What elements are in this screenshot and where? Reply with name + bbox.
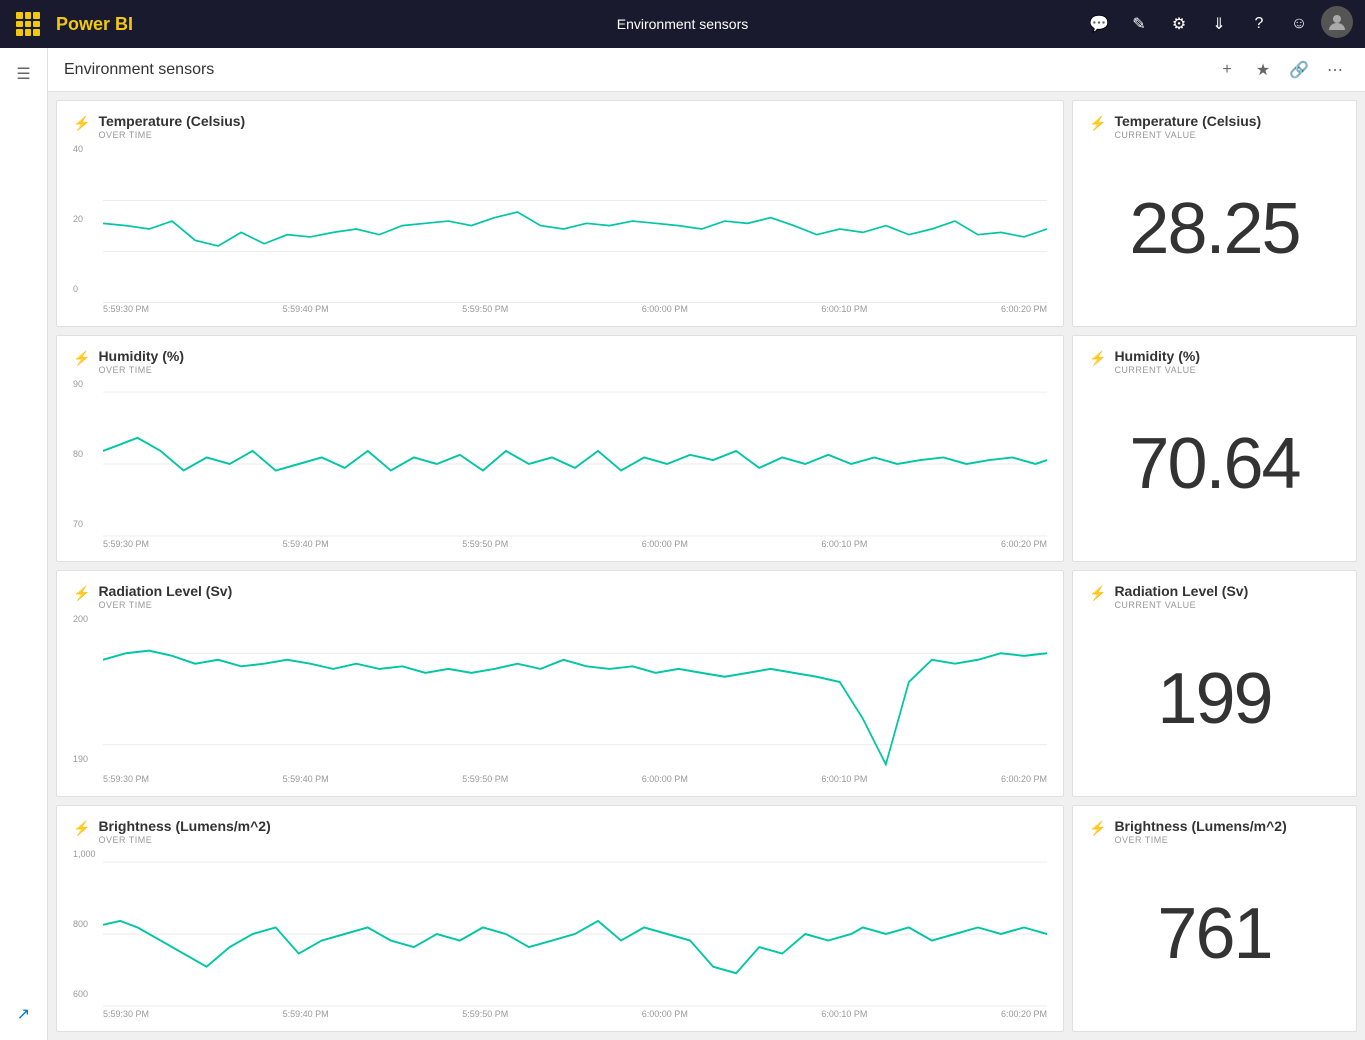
page-title: Environment sensors bbox=[64, 61, 214, 79]
card-header: ⚡ Temperature (Celsius) CURRENT VALUE bbox=[1089, 113, 1340, 140]
humidity-chart-area: 90 80 70 5:59:30 PM 5:59:40 PM 5:59:50 P… bbox=[73, 379, 1047, 549]
radiation-over-time-card: ⚡ Radiation Level (Sv) OVER TIME 200 190 bbox=[56, 570, 1064, 797]
bolt-icon: ⚡ bbox=[1089, 820, 1106, 837]
humidity-chart bbox=[73, 379, 1047, 549]
card-title: Radiation Level (Sv) bbox=[1114, 583, 1248, 599]
card-header: ⚡ Radiation Level (Sv) CURRENT VALUE bbox=[1089, 583, 1340, 610]
header-actions: + ★ 🔗 ⋯ bbox=[1213, 56, 1349, 84]
humidity-current-card: ⚡ Humidity (%) CURRENT VALUE 70.64 bbox=[1072, 335, 1357, 562]
radiation-chart-area: 200 190 5:59:30 PM 5:59:40 PM 5:59:50 PM… bbox=[73, 614, 1047, 784]
help-icon[interactable]: ? bbox=[1241, 6, 1277, 42]
dashboard: ⚡ Temperature (Celsius) OVER TIME 40 20 … bbox=[48, 92, 1365, 1040]
card-title: Radiation Level (Sv) bbox=[98, 583, 232, 599]
card-title: Brightness (Lumens/m^2) bbox=[98, 818, 270, 834]
bolt-icon: ⚡ bbox=[73, 115, 90, 132]
header-bar: Environment sensors + ★ 🔗 ⋯ bbox=[48, 48, 1365, 92]
card-subtitle: OVER TIME bbox=[98, 130, 245, 140]
radiation-chart bbox=[73, 614, 1047, 784]
topbar: Power BI Environment sensors 💬 ✎ ⚙ ⇓ ? ☺ bbox=[0, 0, 1365, 48]
card-subtitle: CURRENT VALUE bbox=[1114, 365, 1200, 375]
bolt-icon: ⚡ bbox=[1089, 115, 1106, 132]
card-header: ⚡ Radiation Level (Sv) OVER TIME bbox=[73, 583, 1047, 610]
card-subtitle: OVER TIME bbox=[98, 600, 232, 610]
humidity-value: 70.64 bbox=[1089, 379, 1340, 549]
bolt-icon: ⚡ bbox=[1089, 350, 1106, 367]
card-subtitle: CURRENT VALUE bbox=[1114, 130, 1261, 140]
card-title: Brightness (Lumens/m^2) bbox=[1114, 818, 1286, 834]
card-subtitle: OVER TIME bbox=[98, 365, 184, 375]
temperature-chart bbox=[73, 144, 1047, 314]
radiation-current-card: ⚡ Radiation Level (Sv) CURRENT VALUE 199 bbox=[1072, 570, 1357, 797]
gear-icon[interactable]: ⚙ bbox=[1161, 6, 1197, 42]
bolt-icon: ⚡ bbox=[73, 585, 90, 602]
app-logo: Power BI bbox=[56, 14, 133, 35]
temperature-chart-area: 40 20 0 5:59:30 PM 5:59:40 PM 5:59:50 PM bbox=[73, 144, 1047, 314]
sidebar: ☰ ↗ bbox=[0, 48, 48, 1040]
waffle-menu[interactable] bbox=[12, 8, 44, 40]
add-icon[interactable]: + bbox=[1213, 56, 1241, 84]
card-title: Humidity (%) bbox=[1114, 348, 1200, 364]
bolt-icon: ⚡ bbox=[73, 820, 90, 837]
brightness-chart bbox=[73, 849, 1047, 1019]
card-header: ⚡ Brightness (Lumens/m^2) OVER TIME bbox=[73, 818, 1047, 845]
topbar-icons: 💬 ✎ ⚙ ⇓ ? ☺ bbox=[1081, 6, 1353, 42]
topbar-title: Environment sensors bbox=[617, 16, 749, 32]
sidebar-expand-icon[interactable]: ↗ bbox=[6, 996, 42, 1032]
smiley-icon[interactable]: ☺ bbox=[1281, 6, 1317, 42]
main-layout: ☰ ↗ Environment sensors + ★ 🔗 ⋯ ⚡ Temp bbox=[0, 48, 1365, 1040]
humidity-over-time-card: ⚡ Humidity (%) OVER TIME 90 80 70 bbox=[56, 335, 1064, 562]
card-header: ⚡ Humidity (%) OVER TIME bbox=[73, 348, 1047, 375]
temperature-value: 28.25 bbox=[1089, 144, 1340, 314]
card-subtitle: OVER TIME bbox=[98, 835, 270, 845]
app-logo-text: Power BI bbox=[56, 14, 133, 34]
share-icon[interactable]: 🔗 bbox=[1285, 56, 1313, 84]
card-header: ⚡ Humidity (%) CURRENT VALUE bbox=[1089, 348, 1340, 375]
card-header: ⚡ Temperature (Celsius) OVER TIME bbox=[73, 113, 1047, 140]
download-icon[interactable]: ⇓ bbox=[1201, 6, 1237, 42]
brightness-chart-area: 1,000 800 600 5:59:30 PM 5:59:40 PM 5:59… bbox=[73, 849, 1047, 1019]
sidebar-menu-icon[interactable]: ☰ bbox=[6, 56, 42, 92]
bolt-icon: ⚡ bbox=[73, 350, 90, 367]
brightness-value: 761 bbox=[1089, 849, 1340, 1019]
star-icon[interactable]: ★ bbox=[1249, 56, 1277, 84]
brightness-current-card: ⚡ Brightness (Lumens/m^2) OVER TIME 761 bbox=[1072, 805, 1357, 1032]
more-options-icon[interactable]: ⋯ bbox=[1321, 56, 1349, 84]
user-avatar[interactable] bbox=[1321, 6, 1353, 38]
content-area: Environment sensors + ★ 🔗 ⋯ ⚡ Temperatur… bbox=[48, 48, 1365, 1040]
card-title: Temperature (Celsius) bbox=[98, 113, 245, 129]
temperature-current-card: ⚡ Temperature (Celsius) CURRENT VALUE 28… bbox=[1072, 100, 1357, 327]
temperature-over-time-card: ⚡ Temperature (Celsius) OVER TIME 40 20 … bbox=[56, 100, 1064, 327]
card-title: Temperature (Celsius) bbox=[1114, 113, 1261, 129]
pencil-icon[interactable]: ✎ bbox=[1121, 6, 1157, 42]
card-subtitle: CURRENT VALUE bbox=[1114, 600, 1248, 610]
card-subtitle: OVER TIME bbox=[1114, 835, 1286, 845]
radiation-value: 199 bbox=[1089, 614, 1340, 784]
card-header: ⚡ Brightness (Lumens/m^2) OVER TIME bbox=[1089, 818, 1340, 845]
brightness-over-time-card: ⚡ Brightness (Lumens/m^2) OVER TIME 1,00… bbox=[56, 805, 1064, 1032]
comment-icon[interactable]: 💬 bbox=[1081, 6, 1117, 42]
bolt-icon: ⚡ bbox=[1089, 585, 1106, 602]
card-title: Humidity (%) bbox=[98, 348, 184, 364]
